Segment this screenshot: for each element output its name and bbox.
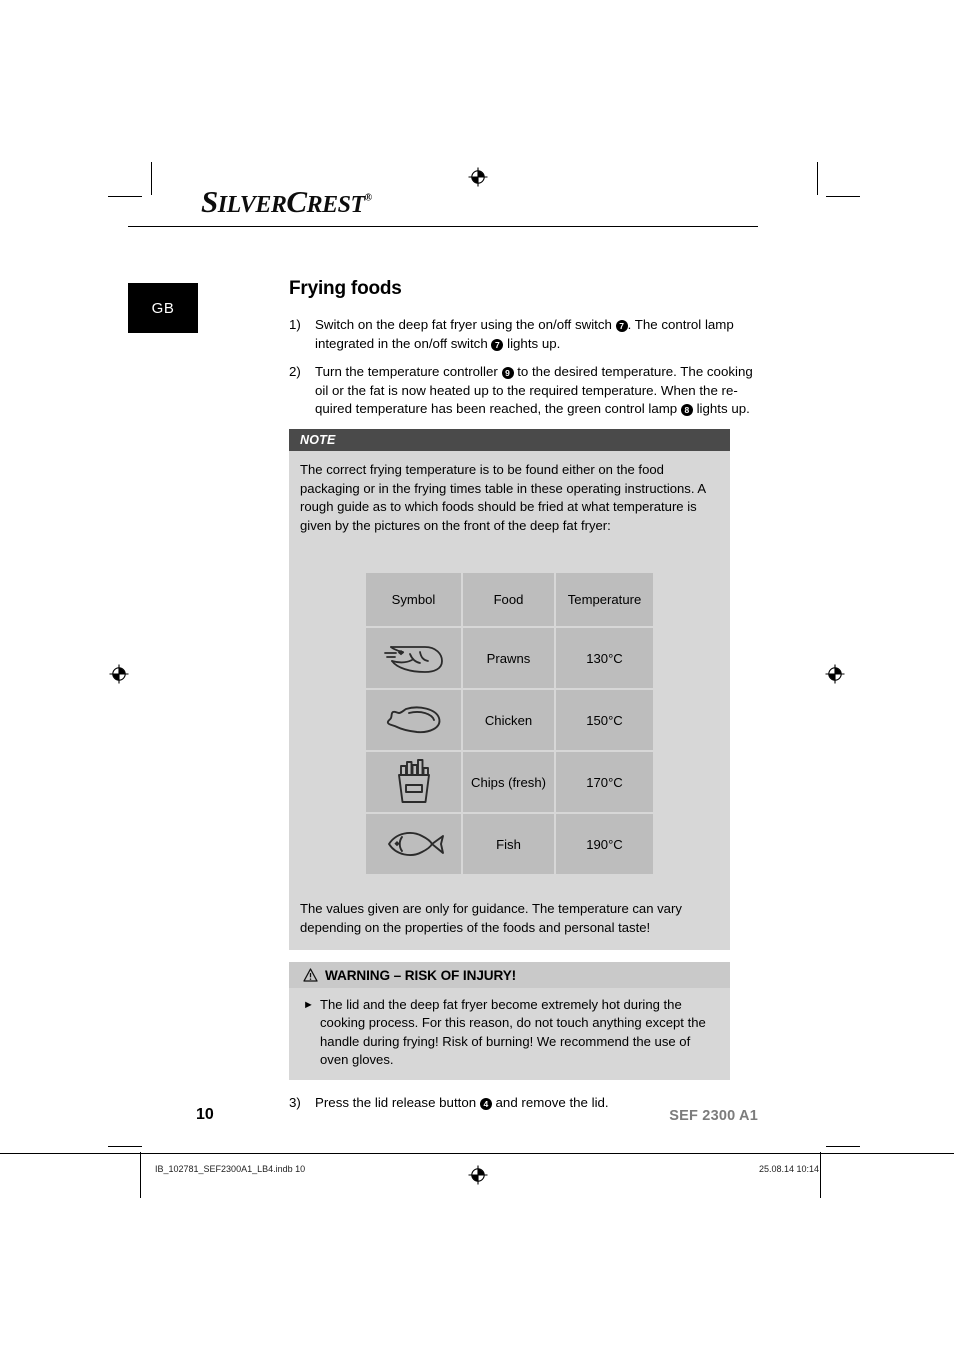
prawn-icon bbox=[366, 628, 461, 689]
imposition-left-rule bbox=[140, 1152, 141, 1198]
silvercrest-logo: SILVERCREST® bbox=[128, 186, 758, 217]
crop-mark-top-right-vertical bbox=[817, 162, 818, 195]
table-row: Chips (fresh) 170°C bbox=[366, 752, 653, 813]
warning-heading-label: WARNING – RISK OF INJURY! bbox=[325, 967, 517, 983]
warning-heading: WARNING – RISK OF INJURY! bbox=[289, 961, 730, 988]
registration-mark-top bbox=[468, 167, 488, 187]
page-number: 10 bbox=[196, 1106, 214, 1123]
table-row: Fish 190°C bbox=[366, 814, 653, 875]
food-name: Prawns bbox=[463, 628, 554, 689]
warning-callout: WARNING – RISK OF INJURY! ► The lid and … bbox=[289, 961, 730, 1080]
food-temperature: 150°C bbox=[556, 690, 653, 751]
food-temperature-table-wrapper: Symbol Food Temperature Prawns 130°C Chi… bbox=[289, 543, 730, 898]
column-header-symbol: Symbol bbox=[366, 573, 461, 627]
part-reference-9: 9 bbox=[501, 367, 514, 380]
header-divider bbox=[128, 226, 758, 227]
note-callout: NOTE The correct frying temperature is t… bbox=[289, 428, 730, 950]
chicken-drumstick-icon bbox=[366, 690, 461, 751]
table-body: Prawns 130°C Chicken 150°C Chips (fresh)… bbox=[366, 628, 653, 875]
step-text: Switch on the deep fat fryer using the o… bbox=[315, 317, 734, 351]
part-reference-7: 7 bbox=[615, 320, 628, 332]
language-badge-label: GB bbox=[151, 299, 175, 317]
part-reference-7: 7 bbox=[491, 338, 504, 351]
registration-mark-left bbox=[109, 664, 129, 684]
part-reference-8: 8 bbox=[680, 404, 693, 417]
food-temperature: 190°C bbox=[556, 814, 653, 875]
logo-s: S bbox=[201, 184, 218, 219]
crop-mark-bottom-right-horizontal bbox=[826, 1146, 860, 1147]
warning-triangle-icon bbox=[303, 968, 318, 982]
brand-header: SILVERCREST® bbox=[128, 186, 758, 227]
part-reference-4: 4 bbox=[479, 1097, 492, 1110]
registered-trademark-icon: ® bbox=[364, 192, 372, 204]
crop-mark-top-right-horizontal bbox=[826, 196, 860, 197]
steps-list: 1) Switch on the deep fat fryer using th… bbox=[289, 316, 758, 419]
fish-icon bbox=[366, 814, 461, 875]
step-text: Press the lid release button 4 and remov… bbox=[315, 1094, 609, 1110]
warning-body-text: The lid and the deep fat fryer become ex… bbox=[320, 996, 706, 1068]
crop-mark-bottom-left-horizontal bbox=[108, 1146, 142, 1147]
food-temperature-table: Symbol Food Temperature Prawns 130°C Chi… bbox=[364, 571, 655, 876]
food-name: Fish bbox=[463, 814, 554, 875]
language-badge-gb: GB bbox=[128, 283, 198, 333]
food-name: Chips (fresh) bbox=[463, 752, 554, 813]
table-row: Prawns 130°C bbox=[366, 628, 653, 689]
warning-bullet-icon: ► bbox=[303, 998, 314, 1011]
imposition-timestamp: 25.08.14 10:14 bbox=[758, 1164, 819, 1174]
page-title: Frying foods bbox=[289, 278, 402, 299]
note-body-text: The correct frying temperature is to be … bbox=[300, 461, 706, 533]
chips-icon bbox=[366, 752, 461, 813]
registration-mark-right bbox=[825, 664, 845, 684]
table-head: Symbol Food Temperature bbox=[366, 573, 653, 627]
imposition-filename: IB_102781_SEF2300A1_LB4.indb 10 bbox=[155, 1164, 306, 1174]
column-header-temperature: Temperature bbox=[556, 573, 653, 627]
note-heading: NOTE bbox=[289, 428, 730, 451]
food-temperature: 170°C bbox=[556, 752, 653, 813]
content-column: Frying foods 1) Switch on the deep fat f… bbox=[289, 278, 758, 1113]
logo-ilver: ILVER bbox=[217, 192, 287, 218]
note-body: The correct frying temperature is to be … bbox=[289, 451, 730, 543]
step-item: 1) Switch on the deep fat fryer using th… bbox=[289, 316, 758, 353]
logo-c: C bbox=[286, 184, 307, 219]
food-name: Chicken bbox=[463, 690, 554, 751]
imposition-right-rule bbox=[820, 1152, 821, 1198]
registration-mark-bottom bbox=[468, 1165, 488, 1185]
warning-body: ► The lid and the deep fat fryer become … bbox=[289, 988, 730, 1072]
step-number: 2) bbox=[289, 364, 301, 380]
food-temperature: 130°C bbox=[556, 628, 653, 689]
note-footer-text: The values given are only for guidance. … bbox=[300, 901, 682, 935]
step-number: 1) bbox=[289, 317, 301, 332]
imposition-divider bbox=[0, 1153, 954, 1154]
step-number: 3) bbox=[289, 1094, 301, 1110]
table-row: Chicken 150°C bbox=[366, 690, 653, 751]
manual-page: SILVERCREST® GB Frying foods 1) Switch o… bbox=[128, 186, 758, 1146]
step-text: Turn the temperature controller 9 to the… bbox=[315, 364, 753, 417]
step-item: 2) Turn the temperature controller 9 to … bbox=[289, 363, 758, 419]
model-name: SEF 2300 A1 bbox=[669, 1108, 758, 1124]
table-header-row: Symbol Food Temperature bbox=[366, 573, 653, 627]
column-header-food: Food bbox=[463, 573, 554, 627]
logo-rest: REST bbox=[306, 192, 366, 218]
